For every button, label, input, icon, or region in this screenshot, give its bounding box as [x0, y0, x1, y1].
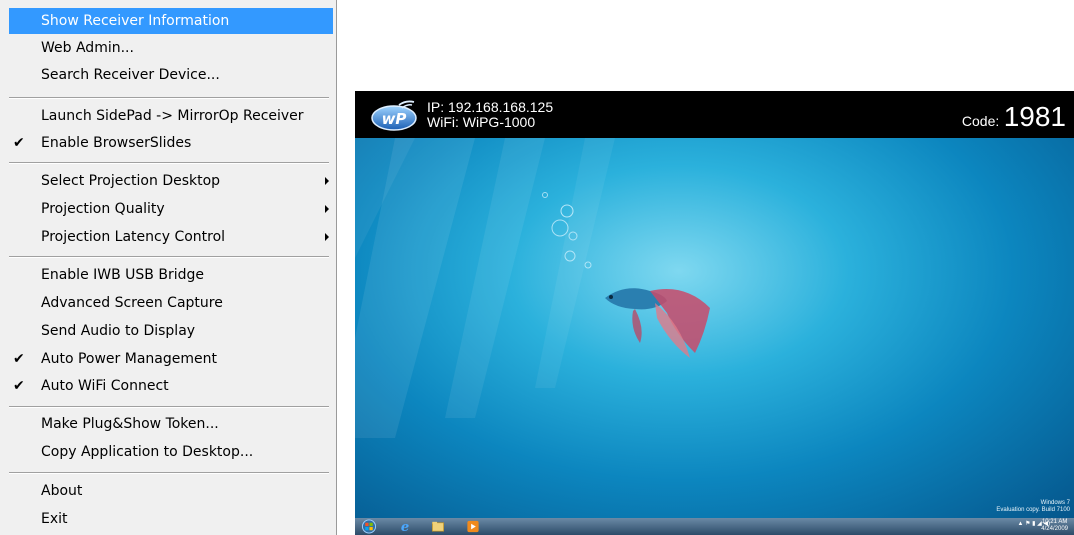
submenu-arrow-icon	[325, 177, 329, 185]
menu-item-copy-application-to-desktop[interactable]: Copy Application to Desktop...	[9, 439, 333, 465]
svg-text:e: e	[401, 520, 409, 534]
watermark-line: Evaluation copy. Build 7100	[996, 507, 1070, 513]
menu-item-label: Select Projection Desktop	[41, 173, 221, 189]
menu-item-label: About	[41, 483, 83, 499]
menu-item-label: Projection Latency Control	[41, 229, 226, 245]
menu-item-label: Auto Power Management	[41, 351, 217, 367]
menu-separator	[9, 162, 329, 164]
menu-item-label: Projection Quality	[41, 201, 165, 217]
menu-item-auto-wifi-connect[interactable]: ✔ Auto WiFi Connect	[9, 373, 333, 399]
menu-item-projection-latency-control[interactable]: Projection Latency Control	[9, 224, 333, 250]
menu-item-label: Copy Application to Desktop...	[41, 444, 254, 460]
media-player-icon[interactable]	[465, 519, 481, 534]
menu-item-label: Advanced Screen Capture	[41, 295, 223, 311]
code-label: Code:	[961, 113, 1000, 129]
watermark-line: Windows 7	[1040, 500, 1070, 506]
context-menu: Show Receiver Information Web Admin... S…	[0, 0, 337, 535]
menu-item-exit[interactable]: Exit	[9, 506, 333, 532]
menu-item-label: Exit	[41, 511, 68, 527]
windows-taskbar: e ▲ ⚑ ▮ ◢ ◀) 10:21 AM 4/24/2009	[355, 518, 1074, 535]
menu-item-search-receiver-device[interactable]: Search Receiver Device...	[9, 62, 333, 88]
windows-desktop-wallpaper: Windows 7 Evaluation copy. Build 7100	[355, 138, 1074, 518]
clock-time: 10:21 AM	[1041, 519, 1068, 525]
clock-date: 4/24/2009	[1041, 526, 1068, 532]
menu-item-label: Make Plug&Show Token...	[41, 416, 219, 432]
menu-item-label: Launch SidePad -> MirrorOp Receiver	[41, 108, 304, 124]
menu-item-make-plug-show-token[interactable]: Make Plug&Show Token...	[9, 411, 333, 437]
menu-separator	[9, 97, 329, 99]
menu-item-label: Show Receiver Information	[41, 13, 230, 29]
receiver-screen: wP IP: 192.168.168.125 WiFi: WiPG-1000 C…	[355, 91, 1074, 535]
windows-start-orb-icon[interactable]	[361, 519, 377, 534]
menu-item-select-projection-desktop[interactable]: Select Projection Desktop	[9, 168, 333, 194]
menu-item-projection-quality[interactable]: Projection Quality	[9, 196, 333, 222]
menu-separator	[9, 472, 329, 474]
submenu-arrow-icon	[325, 205, 329, 213]
menu-item-label: Search Receiver Device...	[41, 67, 220, 83]
taskbar-clock[interactable]: 10:21 AM 4/24/2009	[1041, 519, 1068, 533]
menu-item-label: Send Audio to Display	[41, 323, 196, 339]
folder-icon[interactable]	[430, 519, 446, 534]
menu-item-label: Web Admin...	[41, 40, 134, 56]
receiver-info-bar: wP IP: 192.168.168.125 WiFi: WiPG-1000 C…	[355, 91, 1074, 138]
menu-item-launch-sidepad[interactable]: Launch SidePad -> MirrorOp Receiver	[9, 103, 333, 129]
menu-item-label: Enable BrowserSlides	[41, 135, 192, 151]
menu-separator	[9, 406, 329, 408]
receiver-ip-text: IP: 192.168.168.125	[427, 99, 554, 115]
menu-item-auto-power-management[interactable]: ✔ Auto Power Management	[9, 346, 333, 372]
menu-item-web-admin[interactable]: Web Admin...	[9, 35, 333, 61]
menu-separator	[9, 256, 329, 258]
internet-explorer-icon[interactable]: e	[397, 519, 413, 534]
checkmark-icon: ✔	[13, 135, 25, 151]
betta-fish-image	[605, 288, 710, 358]
menu-item-about[interactable]: About	[9, 478, 333, 504]
menu-item-send-audio-to-display[interactable]: Send Audio to Display	[9, 318, 333, 344]
menu-item-advanced-screen-capture[interactable]: Advanced Screen Capture	[9, 290, 333, 316]
windows-watermark: Windows 7 Evaluation copy. Build 7100	[996, 500, 1070, 514]
menu-item-enable-browserslides[interactable]: ✔ Enable BrowserSlides	[9, 130, 333, 156]
svg-text:wP: wP	[382, 110, 407, 128]
receiver-wifi-text: WiFi: WiPG-1000	[427, 114, 536, 130]
menu-item-label: Enable IWB USB Bridge	[41, 267, 204, 283]
submenu-arrow-icon	[325, 233, 329, 241]
menu-item-enable-iwb-usb-bridge[interactable]: Enable IWB USB Bridge	[9, 262, 333, 288]
wipg-logo-icon: wP	[371, 100, 417, 131]
receiver-code: Code: 1981	[962, 101, 1066, 133]
menu-item-label: Auto WiFi Connect	[41, 378, 169, 394]
menu-item-show-receiver-information[interactable]: Show Receiver Information	[9, 8, 333, 34]
checkmark-icon: ✔	[13, 351, 25, 367]
checkmark-icon: ✔	[13, 378, 25, 394]
code-value: 1981	[1003, 101, 1066, 132]
